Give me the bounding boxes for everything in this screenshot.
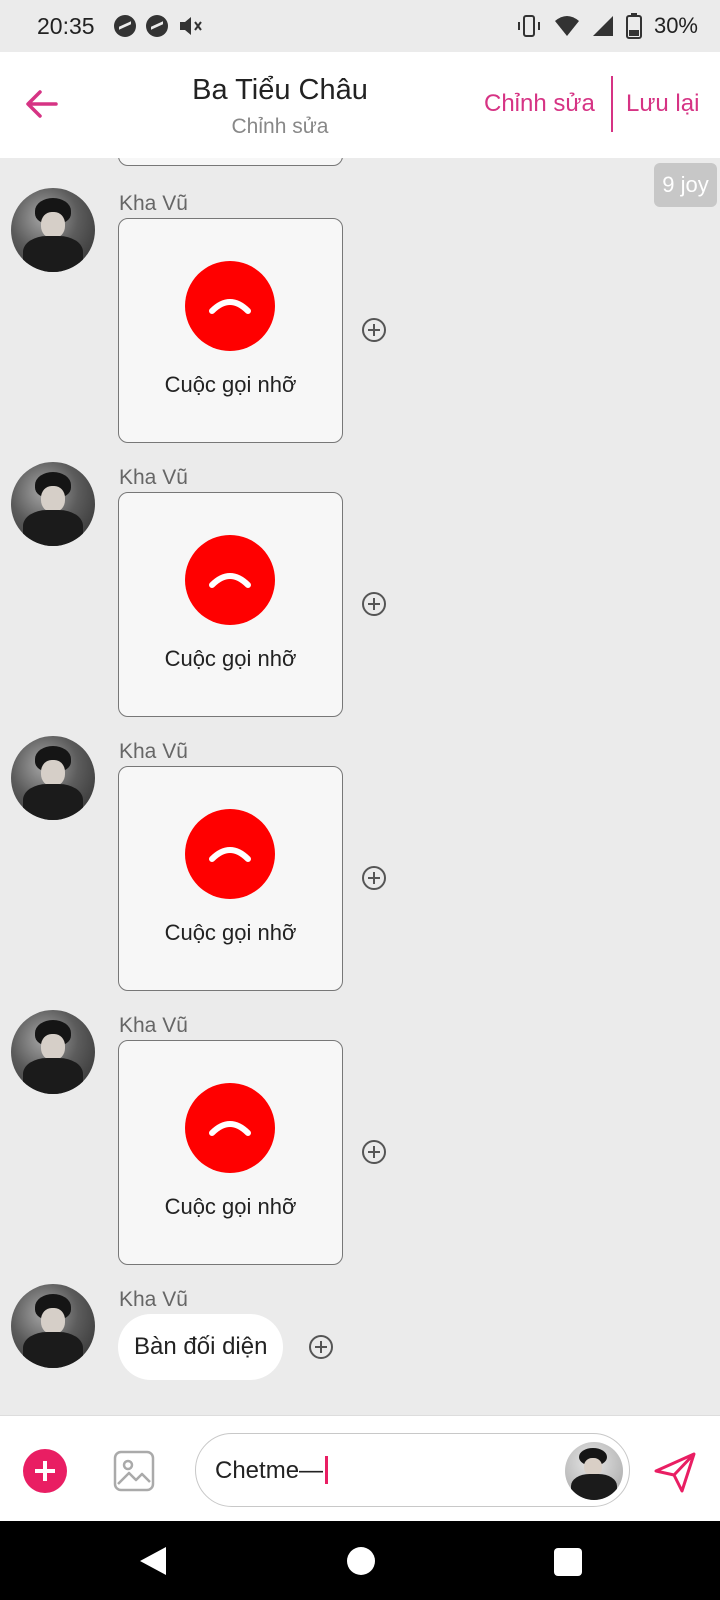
signal-icon <box>592 16 613 36</box>
system-nav-bar <box>0 1521 720 1600</box>
notification-icons <box>114 14 204 38</box>
text-caret <box>325 1456 329 1484</box>
messenger-icon <box>114 15 136 37</box>
header-divider <box>611 76 613 132</box>
mute-icon <box>180 17 202 35</box>
chat-header: Ba Tiểu Châu Chỉnh sửa Chỉnh sửa Lưu lại <box>0 52 720 158</box>
hangup-phone-icon <box>185 1083 275 1173</box>
sender-name: Kha Vũ <box>119 1288 188 1311</box>
add-reaction-icon[interactable] <box>309 1335 333 1359</box>
avatar[interactable] <box>11 188 95 272</box>
add-reaction-icon[interactable] <box>362 318 386 342</box>
battery-icon <box>625 13 642 39</box>
avatar[interactable] <box>11 1284 95 1368</box>
missed-call-card[interactable]: Cuộc gọi nhỡ <box>118 218 343 443</box>
page-title: Ba Tiểu Châu <box>192 74 368 106</box>
edit-button[interactable]: Chỉnh sửa <box>484 90 595 118</box>
missed-call-card[interactable]: Cuộc gọi nhỡ <box>118 492 343 717</box>
add-reaction-icon[interactable] <box>362 866 386 890</box>
image-gallery-icon[interactable] <box>112 1449 156 1493</box>
chat-messages[interactable]: 9 joy Kha Vũ Cuộc gọi nhỡ Kha Vũ Cuộc gọ… <box>0 158 720 1415</box>
missed-call-card[interactable]: Cuộc gọi nhỡ <box>118 1040 343 1265</box>
hangup-phone-icon <box>185 535 275 625</box>
sender-name: Kha Vũ <box>119 192 188 215</box>
system-icons: 30% <box>516 13 698 39</box>
nav-home-icon[interactable] <box>347 1547 375 1575</box>
vibrate-icon <box>517 15 540 37</box>
avatar[interactable] <box>11 462 95 546</box>
battery-percent: 30% <box>653 13 698 38</box>
sender-name: Kha Vũ <box>119 466 188 489</box>
add-reaction-icon[interactable] <box>362 1140 386 1164</box>
call-label: Cuộc gọi nhỡ <box>164 646 297 671</box>
avatar[interactable] <box>11 1010 95 1094</box>
message-composer: Chetme— <box>0 1415 720 1521</box>
send-icon[interactable] <box>652 1449 698 1495</box>
messenger-icon <box>146 15 168 37</box>
wifi-icon <box>554 16 579 36</box>
avatar[interactable] <box>11 736 95 820</box>
hangup-phone-icon <box>185 261 275 351</box>
timestamp-badge: 9 joy <box>654 163 717 207</box>
hangup-phone-icon <box>185 809 275 899</box>
nav-recent-apps-icon[interactable] <box>554 1548 582 1576</box>
call-label: Cuộc gọi nhỡ <box>164 1194 297 1219</box>
sender-name: Kha Vũ <box>119 1014 188 1037</box>
nav-back-icon[interactable] <box>138 1545 168 1577</box>
text-message-bubble[interactable]: Bàn đối diện <box>118 1314 284 1380</box>
persona-avatar[interactable] <box>565 1442 623 1500</box>
missed-call-card[interactable]: Cuộc gọi nhỡ <box>118 766 343 991</box>
status-bar: 20:35 30% <box>0 0 720 52</box>
sender-name: Kha Vũ <box>119 740 188 763</box>
back-arrow-icon[interactable] <box>22 84 62 124</box>
message-input[interactable]: Chetme— <box>195 1433 630 1507</box>
save-button[interactable]: Lưu lại <box>626 90 699 118</box>
message-input-text: Chetme— <box>215 1456 329 1485</box>
page-subtitle: Chỉnh sửa <box>231 115 329 138</box>
add-attachment-button[interactable] <box>23 1449 67 1493</box>
add-reaction-icon[interactable] <box>362 592 386 616</box>
call-label: Cuộc gọi nhỡ <box>164 920 297 945</box>
status-time: 20:35 <box>37 13 95 39</box>
call-label: Cuộc gọi nhỡ <box>164 372 297 397</box>
partial-call-card <box>118 158 343 166</box>
